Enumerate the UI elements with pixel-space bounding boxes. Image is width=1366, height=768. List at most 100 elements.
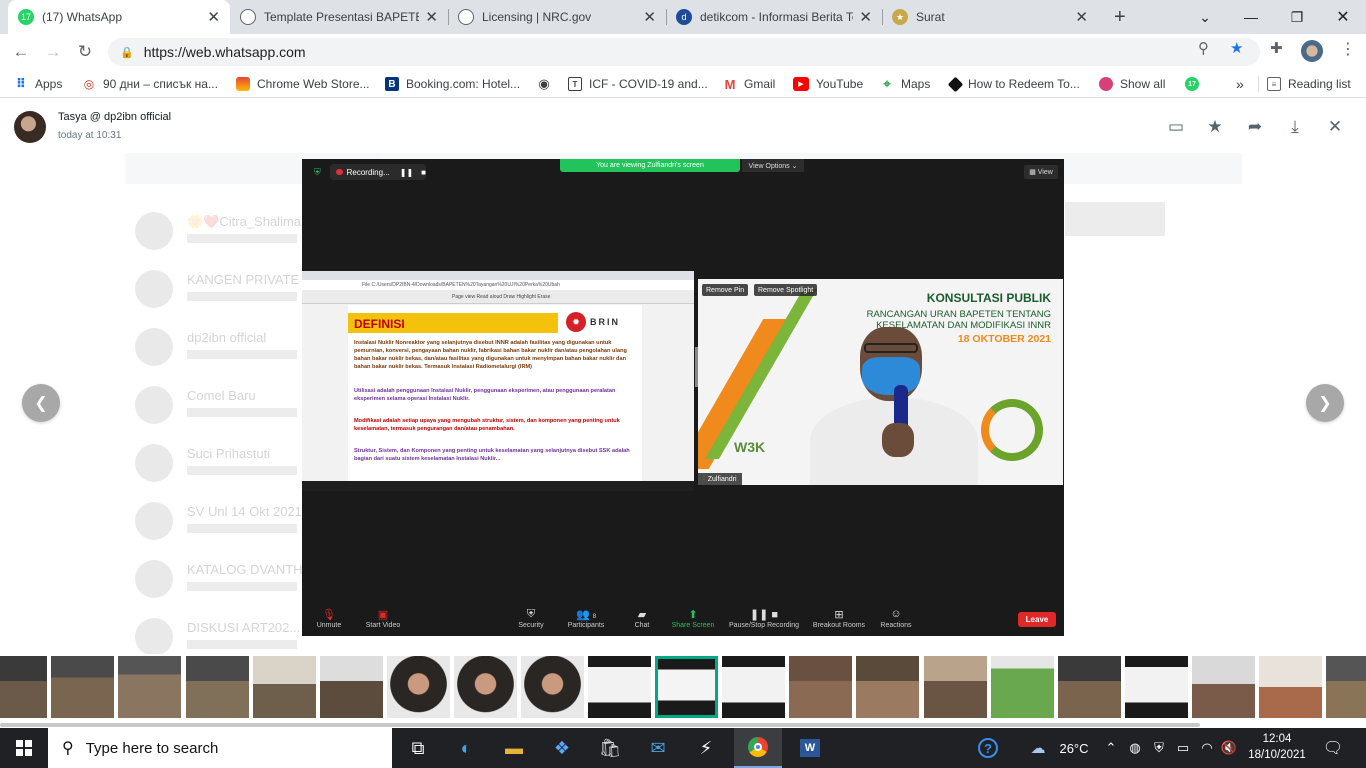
file-explorer-icon[interactable]: ▬ (490, 728, 538, 768)
close-tab-icon[interactable]: ✕ (207, 8, 220, 26)
wifi-icon[interactable]: ◠ (1198, 728, 1216, 768)
taskbar-search-box[interactable]: ⚲ Type here to search (48, 728, 392, 768)
close-icon[interactable]: ✕ (1324, 116, 1346, 138)
media-thumbnail[interactable] (588, 656, 651, 718)
forward-icon[interactable]: ➦ (1244, 116, 1266, 138)
battery-icon[interactable]: ▭ (1174, 728, 1192, 768)
media-thumbnail[interactable] (924, 656, 987, 718)
tab-whatsapp[interactable]: 17 (17) WhatsApp ✕ (8, 0, 230, 34)
address-bar[interactable]: 🔒 https://web.whatsapp.com (108, 38, 1260, 66)
media-thumbnail[interactable] (521, 656, 584, 718)
minimize-icon[interactable]: — (1228, 0, 1274, 34)
thumbnail-scrollbar[interactable] (0, 723, 1200, 727)
previous-media-button[interactable]: ❮ (22, 384, 60, 422)
close-tab-icon[interactable]: ✕ (425, 8, 438, 26)
weather-cloud-icon[interactable]: ☁ (1026, 728, 1050, 768)
bookmark-apps[interactable]: ⠿ Apps (14, 75, 62, 93)
media-thumbnail[interactable] (387, 656, 450, 718)
new-tab-button[interactable]: + (1104, 0, 1134, 34)
tab-surat[interactable]: ★ Surat ✕ (882, 0, 1098, 34)
remove-spotlight-button: Remove Spotlight (754, 284, 818, 296)
word-icon[interactable]: W (786, 728, 834, 768)
close-tab-icon[interactable]: ✕ (1075, 8, 1088, 26)
tab-search-icon[interactable]: ⌄ (1182, 0, 1228, 34)
media-thumbnail[interactable] (856, 656, 919, 718)
media-thumbnail[interactable] (991, 656, 1054, 718)
reading-list-button[interactable]: ≡ Reading list (1267, 75, 1351, 93)
task-view-icon[interactable]: ⧉ (394, 728, 442, 768)
viewing-screen-banner: You are viewing Zulfiandri's screen (560, 159, 740, 172)
tray-chevron-up-icon[interactable]: ⌃ (1102, 728, 1120, 768)
tab-template-presentasi[interactable]: Template Presentasi BAPETEN ✕ (230, 0, 448, 34)
weather-temperature[interactable]: 26°C (1054, 728, 1094, 768)
start-button[interactable] (0, 728, 48, 768)
bookmark-globe[interactable]: ◉ (537, 75, 558, 93)
browser-tab-strip: 17 (17) WhatsApp ✕ Template Presentasi B… (0, 0, 1366, 34)
tab-licensing-nrc[interactable]: Licensing | NRC.gov ✕ (448, 0, 666, 34)
media-thumbnail[interactable] (1259, 656, 1322, 718)
bookmark-90-dni[interactable]: ◎ 90 дни – списък на... (82, 75, 218, 93)
back-icon[interactable]: ← (6, 37, 36, 67)
go-to-message-icon[interactable]: ▭ (1165, 116, 1187, 138)
browser-toolbar: ← → ↻ 🔒 https://web.whatsapp.com ⚲ ★ ✚ ⋮ (0, 34, 1366, 70)
avatar (135, 502, 173, 540)
store-icon[interactable]: 🛍 (586, 728, 634, 768)
volume-muted-icon[interactable]: 🔇 (1220, 728, 1238, 768)
media-thumbnail[interactable] (0, 656, 47, 718)
download-icon[interactable]: ⤓ (1284, 116, 1306, 138)
help-icon[interactable]: ? (974, 728, 1002, 768)
app-lightning-icon[interactable]: ⚡ (682, 728, 730, 768)
chrome-taskbar-icon[interactable] (734, 728, 782, 768)
edge-icon[interactable]: ◐ (442, 728, 490, 768)
media-thumbnail[interactable] (789, 656, 852, 718)
close-window-icon[interactable]: ✕ (1320, 0, 1366, 34)
media-thumbnail[interactable] (454, 656, 517, 718)
dropbox-icon[interactable]: ❖ (538, 728, 586, 768)
media-thumbnail[interactable] (1125, 656, 1188, 718)
media-thumbnail[interactable] (1192, 656, 1255, 718)
mail-icon[interactable]: ✉ (634, 728, 682, 768)
bookmark-booking[interactable]: B Booking.com: Hotel... (385, 75, 520, 93)
close-tab-icon[interactable]: ✕ (643, 8, 656, 26)
notifications-icon[interactable]: 🗨 (1318, 728, 1348, 768)
media-thumbnail[interactable] (51, 656, 114, 718)
bookmark-whatsapp[interactable]: 17 (1185, 75, 1206, 93)
bookmark-icf-covid[interactable]: T ICF - COVID-19 and... (568, 75, 708, 93)
zoom-start-video-button: ▣ Start Video (348, 608, 418, 629)
reload-icon[interactable]: ↻ (70, 37, 100, 67)
close-tab-icon[interactable]: ✕ (859, 8, 872, 26)
recording-cloud-icon (336, 169, 343, 175)
restore-icon[interactable]: ❐ (1274, 0, 1320, 34)
bookmark-show-all[interactable]: Show all (1099, 75, 1165, 93)
media-thumbnail[interactable] (118, 656, 181, 718)
next-media-button[interactable]: ❯ (1306, 384, 1344, 422)
media-thumbnail[interactable] (320, 656, 383, 718)
media-thumbnail[interactable] (1058, 656, 1121, 718)
detik-icon: d (676, 9, 692, 25)
bookmark-how-to-redeem[interactable]: How to Redeem To... (947, 75, 1080, 93)
zoom-magnifier-icon[interactable]: ⚲ (1198, 39, 1209, 57)
media-thumbnail-selected[interactable] (655, 656, 718, 718)
menu-kebab-icon[interactable]: ⋮ (1340, 39, 1356, 59)
bookmarks-overflow[interactable]: » (1236, 75, 1244, 93)
forward-icon[interactable]: → (38, 37, 68, 67)
bookmark-youtube[interactable]: ▶ YouTube (793, 75, 863, 93)
bookmark-gmail[interactable]: M Gmail (723, 75, 776, 93)
media-thumbnail[interactable] (1326, 656, 1366, 718)
media-thumbnail[interactable] (186, 656, 249, 718)
profile-avatar[interactable] (1301, 40, 1323, 62)
bookmark-maps[interactable]: ⌖ Maps (880, 75, 930, 93)
tab-detikcom[interactable]: d detikcom - Informasi Berita Terkini ✕ (666, 0, 882, 34)
shared-screen: File C:/Users/DP2IBN-4/Downloads/BAPETEN… (302, 271, 694, 491)
bookmark-star-icon[interactable]: ★ (1230, 39, 1243, 57)
sender-avatar[interactable] (14, 111, 46, 143)
tray-app-icon[interactable]: ◍ (1126, 728, 1144, 768)
tray-security-icon[interactable]: ⛨ (1150, 728, 1168, 768)
extensions-puzzle-icon[interactable]: ✚ (1270, 39, 1283, 57)
media-thumbnail[interactable] (253, 656, 316, 718)
media-thumbnail[interactable] (722, 656, 785, 718)
view-grid-icon: ▦ (1029, 169, 1036, 176)
bookmark-chrome-web-store[interactable]: Chrome Web Store... (236, 75, 370, 93)
star-icon[interactable]: ★ (1204, 116, 1226, 138)
taskbar-clock[interactable]: 12:04 18/10/2021 (1246, 731, 1308, 763)
